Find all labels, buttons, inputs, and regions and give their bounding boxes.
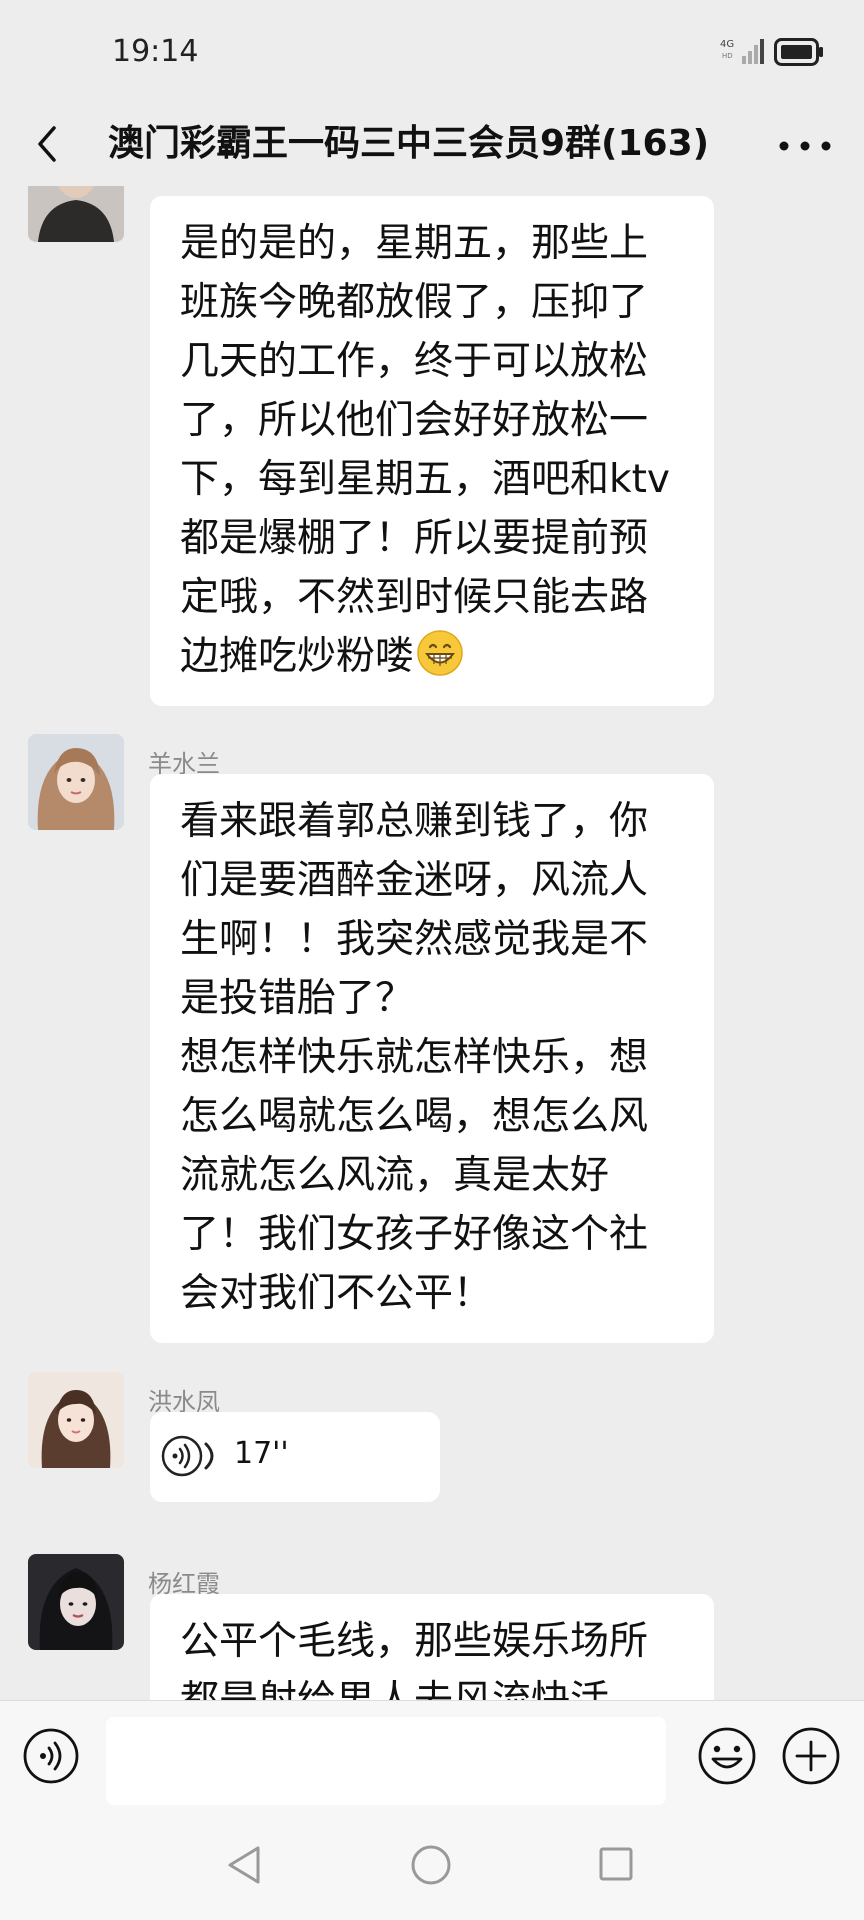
network-sub-label: HD (722, 52, 733, 60)
message-text: 公平个毛线，那些娱乐场所都是射给男人去风流快活 (180, 1619, 649, 1700)
avatar[interactable] (28, 1372, 124, 1468)
system-nav-bar (0, 1810, 864, 1920)
signal-icon: 4G HD (720, 39, 764, 64)
status-time: 19:14 (112, 34, 199, 69)
voice-mode-icon[interactable] (22, 1727, 80, 1785)
smiley-icon[interactable] (696, 1725, 758, 1787)
message-input[interactable] (106, 1717, 666, 1805)
nav-back-icon[interactable] (222, 1842, 266, 1888)
avatar[interactable] (28, 734, 124, 830)
message-list[interactable]: 是的是的，星期五，那些上班族今晚都放假了，压抑了几天的工作，终于可以放松了，所以… (0, 186, 864, 1700)
avatar[interactable] (28, 186, 124, 242)
voice-wave-icon (204, 1442, 214, 1470)
more-dots-icon[interactable] (770, 120, 840, 170)
message-text: 是的是的，星期五，那些上班族今晚都放假了，压抑了几天的工作，终于可以放松了，所以… (180, 221, 670, 679)
message-bubble[interactable]: 看来跟着郭总赚到钱了，你们是要酒醉金迷呀，风流人生啊！！我突然感觉我是不是投错胎… (150, 774, 714, 1343)
voice-play-icon (161, 1435, 203, 1477)
chat-title: 澳门彩霸王一码三中三会员9群(163) (108, 123, 710, 164)
network-label: 4G (720, 39, 734, 50)
grin-emoji-icon (417, 630, 463, 676)
message-bubble[interactable]: 公平个毛线，那些娱乐场所都是射给男人去风流快活 (150, 1594, 714, 1700)
chat-header: 澳门彩霸王一码三中三会员9群(163) (0, 104, 864, 186)
message-text: 看来跟着郭总赚到钱了，你们是要酒醉金迷呀，风流人生啊！！我突然感觉我是不是投错胎… (180, 799, 649, 1316)
chevron-left-icon[interactable] (28, 114, 68, 174)
status-bar: 19:14 4G HD (0, 0, 864, 104)
input-bar (0, 1700, 864, 1811)
plus-circle-icon[interactable] (780, 1725, 842, 1787)
voice-duration: 17'' (234, 1436, 289, 1471)
nav-recent-icon[interactable] (596, 1844, 636, 1884)
voice-message-bubble[interactable]: 17'' (150, 1412, 440, 1502)
nav-home-icon[interactable] (408, 1842, 454, 1888)
battery-icon (774, 38, 823, 66)
message-bubble[interactable]: 是的是的，星期五，那些上班族今晚都放假了，压抑了几天的工作，终于可以放松了，所以… (150, 196, 714, 706)
avatar[interactable] (28, 1554, 124, 1650)
